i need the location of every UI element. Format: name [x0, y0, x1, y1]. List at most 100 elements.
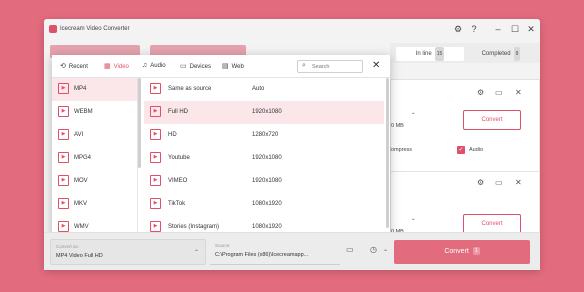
format-item-mp4[interactable]: ▶ MP4: [52, 78, 137, 101]
video-file-icon: ▶: [150, 129, 161, 140]
format-label: MP4: [74, 86, 87, 92]
video-file-icon: ▶: [58, 83, 69, 94]
search-field[interactable]: ⌕: [297, 60, 363, 73]
audio-checkbox[interactable]: ✓: [457, 146, 465, 154]
compress-label: Compress: [387, 147, 413, 153]
chevron-up-icon: ⌃: [193, 250, 199, 256]
format-label: AVI: [74, 132, 84, 138]
preset-name: HD: [168, 132, 177, 138]
tab-devices[interactable]: ▭ Devices: [180, 62, 211, 70]
preset-name: TikTok: [168, 201, 186, 207]
maximize-icon[interactable]: ☐: [509, 23, 521, 35]
history-icon: ⟲: [60, 63, 66, 70]
video-file-icon: ▶: [150, 152, 161, 163]
video-file-icon: ▶: [150, 198, 161, 209]
web-icon: ▤: [222, 63, 229, 70]
preset-item[interactable]: ▶ Full HD 1920x1080: [144, 101, 384, 124]
tab-recent[interactable]: ⟲ Recent: [60, 62, 88, 70]
tab-label: In line: [415, 51, 432, 57]
convert-count-badge: 1: [472, 247, 480, 255]
app-logo-icon: [49, 25, 57, 33]
chevron-down-icon[interactable]: ⌄: [383, 246, 388, 253]
convert-as-dropdown[interactable]: Convert as: MP4 Video Full HD ⌃: [50, 239, 206, 265]
help-icon[interactable]: ?: [468, 23, 480, 35]
preset-resolution: 1920x1080: [252, 109, 282, 115]
search-icon: ⌕: [302, 62, 306, 69]
format-label: WEBM: [74, 109, 93, 115]
source-field[interactable]: Source: C:\Program Files (x86)\Icecreama…: [210, 239, 340, 265]
tab-audio[interactable]: ♫ Audio: [142, 62, 166, 69]
format-item-webm[interactable]: ▶ WEBM: [52, 101, 137, 124]
title-bar: Icecream Video Converter ⚙ ? – ☐ ✕: [44, 19, 540, 41]
convert-label: Convert: [444, 248, 469, 255]
chevron-down-icon[interactable]: ⌄: [411, 216, 416, 222]
devices-icon: ▭: [180, 63, 187, 70]
folder-icon[interactable]: ▭: [495, 178, 503, 187]
preset-list-scrollbar[interactable]: [386, 78, 389, 228]
tab-video[interactable]: ▦ Video: [104, 62, 129, 70]
tab-completed[interactable]: Completed 9: [468, 47, 534, 61]
preset-item[interactable]: ▶ TikTok 1080x1920: [144, 193, 384, 216]
video-file-icon: ▶: [58, 152, 69, 163]
format-item-avi[interactable]: ▶ AVI: [52, 124, 137, 147]
tab-label: Web: [231, 64, 244, 70]
tab-count: 15: [434, 47, 445, 61]
bottom-bar: Convert as: MP4 Video Full HD ⌃ Source: …: [44, 232, 540, 270]
settings-gear-icon[interactable]: ⚙: [452, 23, 464, 35]
video-file-icon: ▶: [150, 221, 161, 232]
convert-as-value: MP4 Video Full HD: [56, 253, 103, 259]
source-path: C:\Program Files (x86)\Icecreamapp...: [215, 252, 309, 258]
close-window-icon[interactable]: ✕: [525, 23, 537, 35]
item-convert-button[interactable]: Convert: [463, 214, 521, 234]
preset-item[interactable]: ▶ Youtube 1920x1080: [144, 147, 384, 170]
format-tabs: ⟲Recent ▦Video ♫Audio ▭Devices ▤Web ⌕ ✕: [52, 55, 390, 78]
preset-name: Stories (Instagram): [168, 224, 220, 230]
chevron-down-icon[interactable]: ⌄: [411, 110, 416, 116]
folder-icon[interactable]: ▭: [495, 88, 503, 97]
tab-label: Video: [113, 64, 129, 70]
format-item-mpg4[interactable]: ▶ MPG4: [52, 147, 137, 170]
folder-icon[interactable]: ▭: [346, 245, 354, 254]
preset-resolution: 1920x1080: [252, 155, 282, 161]
video-file-icon: ▶: [58, 129, 69, 140]
preset-item[interactable]: ▶ Same as source Auto: [144, 78, 384, 101]
timer-icon[interactable]: ◷: [370, 245, 377, 254]
preset-item[interactable]: ▶ VIMEO 1920x1080: [144, 170, 384, 193]
preset-name: VIMEO: [168, 178, 188, 184]
film-icon: ▦: [104, 63, 111, 70]
video-file-icon: ▶: [150, 175, 161, 186]
source-label: Source:: [215, 243, 231, 248]
video-file-icon: ▶: [58, 221, 69, 232]
preset-resolution: 1920x1080: [252, 178, 282, 184]
format-label: MPG4: [74, 155, 92, 161]
item-convert-button[interactable]: Convert: [463, 110, 521, 130]
format-item-mkv[interactable]: ▶ MKV: [52, 193, 137, 216]
format-item-mov[interactable]: ▶ MOV: [52, 170, 137, 193]
settings-gear-icon[interactable]: ⚙: [477, 88, 484, 97]
preset-name: Youtube: [168, 155, 190, 161]
queue-item-card: ⚙ ▭ ✕ 0 MB ⌄ Convert Compress ✓ Audio: [387, 79, 540, 181]
close-dialog-icon[interactable]: ✕: [372, 60, 380, 71]
close-icon[interactable]: ✕: [515, 178, 522, 187]
convert-as-label: Convert as:: [56, 244, 80, 249]
video-file-icon: ▶: [58, 198, 69, 209]
tab-web[interactable]: ▤ Web: [222, 62, 244, 70]
preset-name: Same as source: [168, 86, 212, 92]
convert-button[interactable]: Convert 1: [394, 240, 530, 264]
search-input[interactable]: [312, 63, 360, 71]
video-file-icon: ▶: [58, 175, 69, 186]
close-icon[interactable]: ✕: [515, 88, 522, 97]
preset-resolution: 1080x1920: [252, 224, 282, 230]
settings-gear-icon[interactable]: ⚙: [477, 178, 484, 187]
preset-resolution: 1280x720: [252, 132, 279, 138]
format-label: WMV: [74, 224, 89, 230]
tab-in-line[interactable]: In line 15: [396, 47, 464, 61]
tab-label: Completed: [481, 51, 511, 57]
tab-label: Audio: [150, 63, 166, 69]
format-picker-dialog: ⟲Recent ▦Video ♫Audio ▭Devices ▤Web ⌕ ✕ …: [52, 55, 390, 238]
format-list-scrollbar[interactable]: [138, 78, 141, 168]
minimize-icon[interactable]: –: [492, 23, 504, 35]
preset-item[interactable]: ▶ HD 1280x720: [144, 124, 384, 147]
format-label: MOV: [74, 178, 88, 184]
preset-name: Full HD: [168, 109, 189, 115]
